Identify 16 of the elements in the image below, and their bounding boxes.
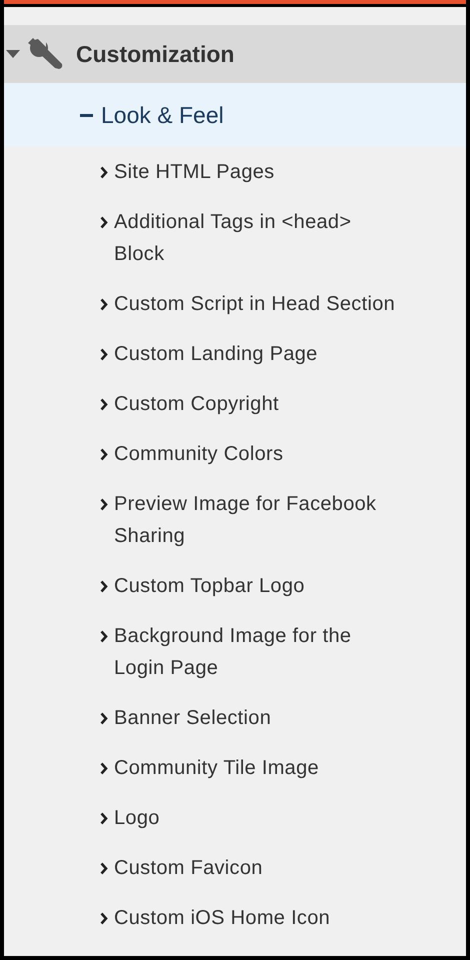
- menu-link[interactable]: Background Image for the Login Page: [114, 620, 401, 684]
- menu-link[interactable]: Custom Favicon: [114, 852, 401, 884]
- menu-link[interactable]: Custom Landing Page: [114, 338, 401, 370]
- menu-link[interactable]: Preview Image for Facebook Sharing: [114, 488, 401, 552]
- menu-link[interactable]: Community Colors: [114, 438, 401, 470]
- menu-link[interactable]: Additional Tags in <head> Block: [114, 206, 401, 270]
- menu-link[interactable]: Site HTML Pages: [114, 156, 401, 188]
- menu-link[interactable]: Community Tile Image: [114, 752, 401, 784]
- menu-link[interactable]: Custom iOS Home Icon: [114, 902, 401, 934]
- menu-link[interactable]: Logo: [114, 802, 401, 834]
- menu-link[interactable]: Custom Topbar Logo: [114, 570, 401, 602]
- menu-link[interactable]: Banner Selection: [114, 702, 401, 734]
- section-header[interactable]: Customization: [4, 25, 466, 83]
- submenu-item[interactable]: Look & Feel: [4, 83, 466, 147]
- menu-link[interactable]: Custom Copyright: [114, 388, 401, 420]
- menu-link[interactable]: Custom Script in Head Section: [114, 288, 401, 320]
